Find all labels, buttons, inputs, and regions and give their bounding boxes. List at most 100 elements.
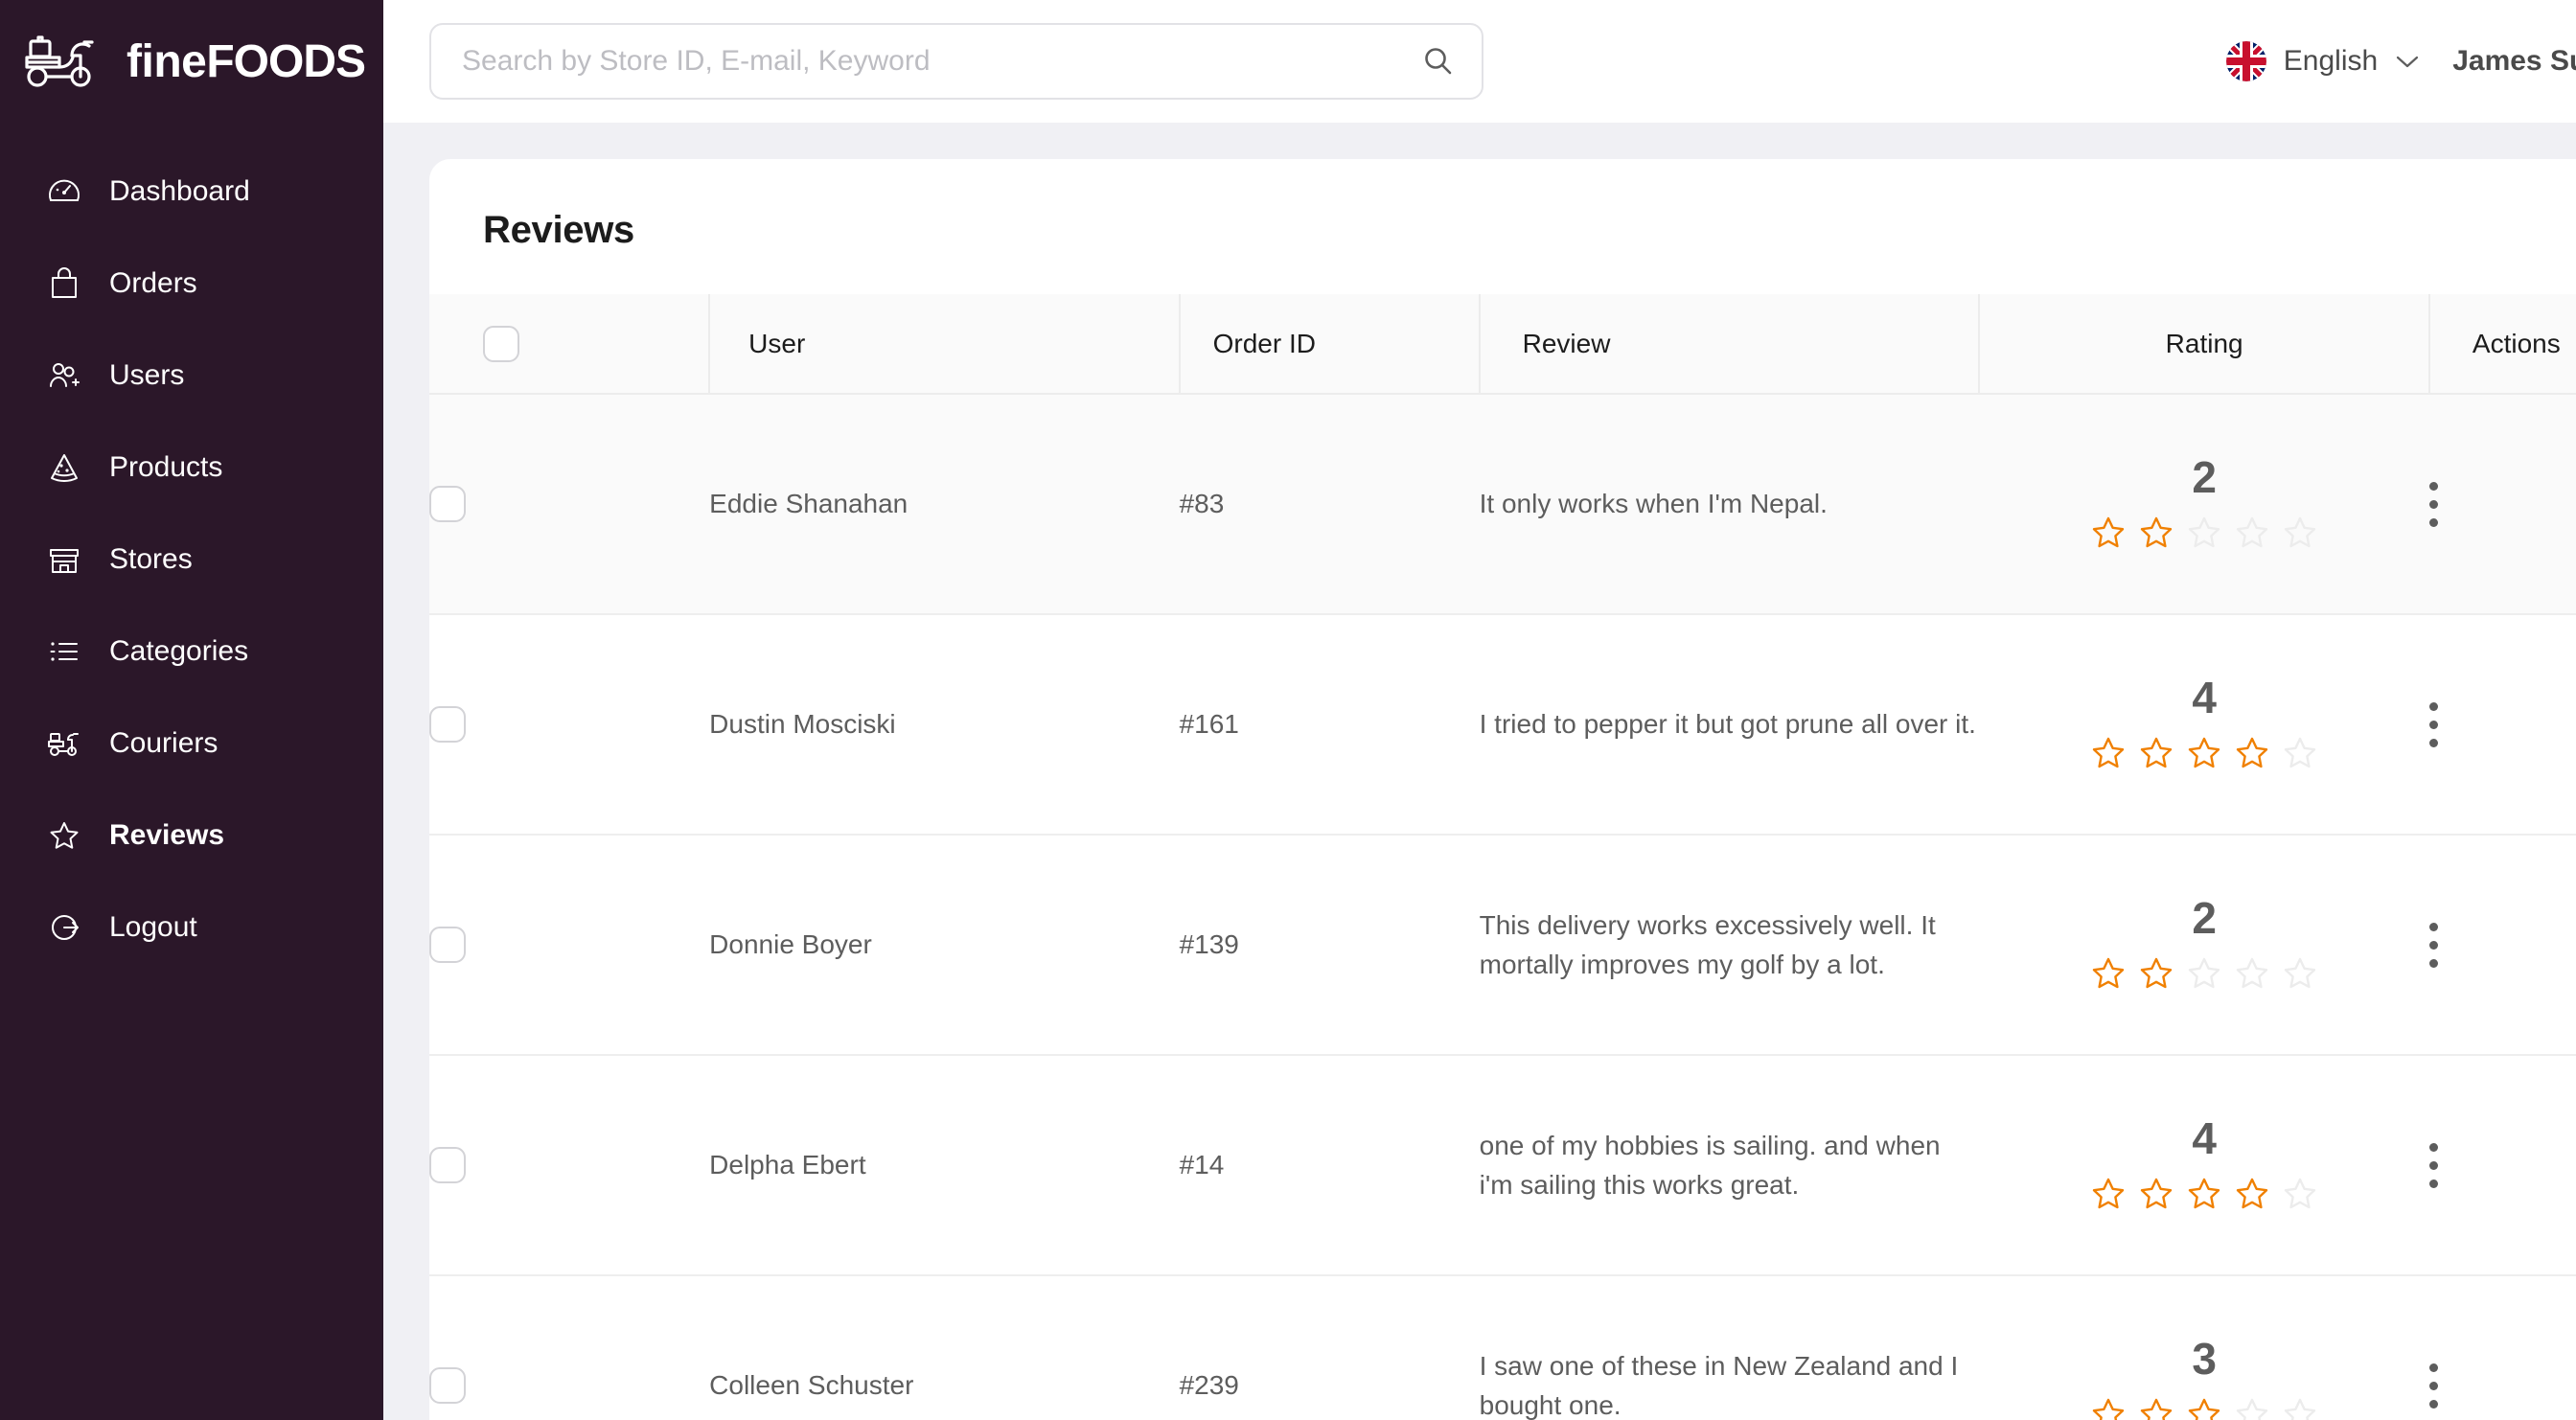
cell-actions <box>2428 1275 2576 1420</box>
row-checkbox[interactable] <box>429 486 466 522</box>
star-filled-icon[interactable] <box>2089 955 2128 994</box>
search-input[interactable] <box>462 45 1420 78</box>
row-actions-menu-icon[interactable] <box>2428 701 2439 747</box>
sidebar-item-users[interactable]: Users <box>0 330 383 422</box>
sidebar-item-products[interactable]: Products <box>0 422 383 514</box>
table-row[interactable]: Donnie Boyer #139 This delivery works exce… <box>429 835 2576 1056</box>
row-select-cell <box>429 835 710 1056</box>
star-filled-icon[interactable] <box>2185 735 2223 773</box>
star-empty-icon[interactable] <box>2281 515 2319 553</box>
star-empty-icon[interactable] <box>2233 1396 2271 1420</box>
star-filled-icon[interactable] <box>2233 735 2271 773</box>
star-filled-icon[interactable] <box>2185 1176 2223 1214</box>
column-header-select <box>429 294 711 394</box>
sidebar: fine FOODS Dashboard Orders Users Produc… <box>0 0 383 1420</box>
row-select-cell <box>429 1055 710 1276</box>
star-empty-icon[interactable] <box>2185 515 2223 553</box>
cell-review: I saw one of these in New Zealand and I … <box>1479 1275 1980 1420</box>
chevron-down-icon[interactable] <box>2395 54 2420 69</box>
star-filled-icon[interactable] <box>2137 515 2175 553</box>
star-empty-icon[interactable] <box>2233 515 2271 553</box>
select-all-checkbox[interactable] <box>483 325 519 362</box>
row-actions-menu-icon[interactable] <box>2428 1142 2439 1188</box>
star-filled-icon[interactable] <box>2137 735 2175 773</box>
star-empty-icon[interactable] <box>2281 735 2319 773</box>
sidebar-item-reviews[interactable]: Reviews <box>0 790 383 882</box>
row-checkbox[interactable] <box>429 1147 466 1183</box>
cell-actions <box>2428 1055 2576 1276</box>
app-root: fine FOODS Dashboard Orders Users Produc… <box>0 0 2576 1420</box>
row-select-cell <box>429 394 710 615</box>
cell-order-id: #239 <box>1179 1275 1480 1420</box>
star-empty-icon[interactable] <box>2185 955 2223 994</box>
sidebar-item-label: Logout <box>109 911 197 943</box>
row-checkbox[interactable] <box>429 1367 466 1404</box>
column-header-order-id[interactable]: Order ID <box>1179 294 1481 394</box>
table-row[interactable]: Delpha Ebert #14 one of my hobbies is sail… <box>429 1055 2576 1276</box>
cell-rating: 3 <box>1979 1275 2429 1420</box>
star-empty-icon[interactable] <box>2233 955 2271 994</box>
column-header-rating[interactable]: Rating <box>1979 294 2430 394</box>
star-empty-icon[interactable] <box>2281 1396 2319 1420</box>
user-name[interactable]: James Sullivan <box>2452 45 2576 78</box>
topbar-right: English James Sullivan <box>2225 0 2576 123</box>
star-filled-icon[interactable] <box>2137 1396 2175 1420</box>
rating-value: 3 <box>2192 1334 2217 1384</box>
search-icon[interactable] <box>1420 43 1457 80</box>
star-filled-icon[interactable] <box>2137 955 2175 994</box>
rating-value: 2 <box>2192 452 2217 502</box>
brand-name: fine FOODS <box>126 35 366 88</box>
rating-stars <box>1979 1396 2429 1420</box>
cell-order-id: #14 <box>1179 1055 1480 1276</box>
row-actions-menu-icon[interactable] <box>2428 481 2439 527</box>
sidebar-item-label: Categories <box>109 635 249 667</box>
cell-review: one of my hobbies is sailing. and when i… <box>1479 1055 1980 1276</box>
table-header: User Order ID Review Rating Actions <box>429 294 2576 394</box>
sidebar-item-dashboard[interactable]: Dashboard <box>0 146 383 238</box>
sidebar-item-couriers[interactable]: Couriers <box>0 698 383 790</box>
cell-review: It only works when I'm Nepal. <box>1479 394 1980 615</box>
star-filled-icon[interactable] <box>2089 1396 2128 1420</box>
star-filled-icon[interactable] <box>2089 1176 2128 1214</box>
row-checkbox[interactable] <box>429 927 466 963</box>
star-empty-icon[interactable] <box>2281 1176 2319 1214</box>
sidebar-item-logout[interactable]: Logout <box>0 882 383 973</box>
page-title: Reviews <box>483 209 634 251</box>
sidebar-item-label: Dashboard <box>109 175 250 207</box>
sidebar-item-categories[interactable]: Categories <box>0 606 383 698</box>
star-filled-icon[interactable] <box>2089 735 2128 773</box>
row-select-cell <box>429 1275 710 1420</box>
star-filled-icon[interactable] <box>2137 1176 2175 1214</box>
row-actions-menu-icon[interactable] <box>2428 1363 2439 1409</box>
brand-name-part2: FOODS <box>206 35 366 87</box>
speedometer-icon <box>46 173 82 210</box>
star-empty-icon[interactable] <box>2281 955 2319 994</box>
table-row[interactable]: Colleen Schuster #239 I saw one of these i… <box>429 1275 2576 1420</box>
cell-user: Eddie Shanahan <box>709 394 1180 615</box>
language-selector[interactable]: English <box>2225 41 2420 81</box>
star-filled-icon[interactable] <box>2089 515 2128 553</box>
sidebar-item-label: Reviews <box>109 819 225 851</box>
brand-name-part1: fine <box>126 35 207 87</box>
row-actions-menu-icon[interactable] <box>2428 922 2439 968</box>
star-filled-icon[interactable] <box>2185 1396 2223 1420</box>
sidebar-nav: Dashboard Orders Users Products Stores C… <box>0 123 383 973</box>
pizza-slice-icon <box>46 449 82 486</box>
row-checkbox[interactable] <box>429 706 466 743</box>
table-row[interactable]: Eddie Shanahan #83 It only works when I'm … <box>429 394 2576 615</box>
sidebar-item-label: Users <box>109 359 185 391</box>
cell-user: Colleen Schuster <box>709 1275 1180 1420</box>
cell-rating: 2 <box>1979 394 2429 615</box>
cell-actions <box>2428 835 2576 1056</box>
column-header-user[interactable]: User <box>709 294 1181 394</box>
star-filled-icon[interactable] <box>2233 1176 2271 1214</box>
rating-stars <box>1979 515 2429 553</box>
cell-rating: 2 <box>1979 835 2429 1056</box>
brand-logo[interactable]: fine FOODS <box>0 0 383 123</box>
shopping-bag-icon <box>46 265 82 302</box>
column-header-review[interactable]: Review <box>1479 294 1981 394</box>
sidebar-item-stores[interactable]: Stores <box>0 514 383 606</box>
search-box[interactable] <box>429 23 1484 100</box>
table-row[interactable]: Dustin Mosciski #161 I tried to pepper it … <box>429 614 2576 836</box>
sidebar-item-orders[interactable]: Orders <box>0 238 383 330</box>
